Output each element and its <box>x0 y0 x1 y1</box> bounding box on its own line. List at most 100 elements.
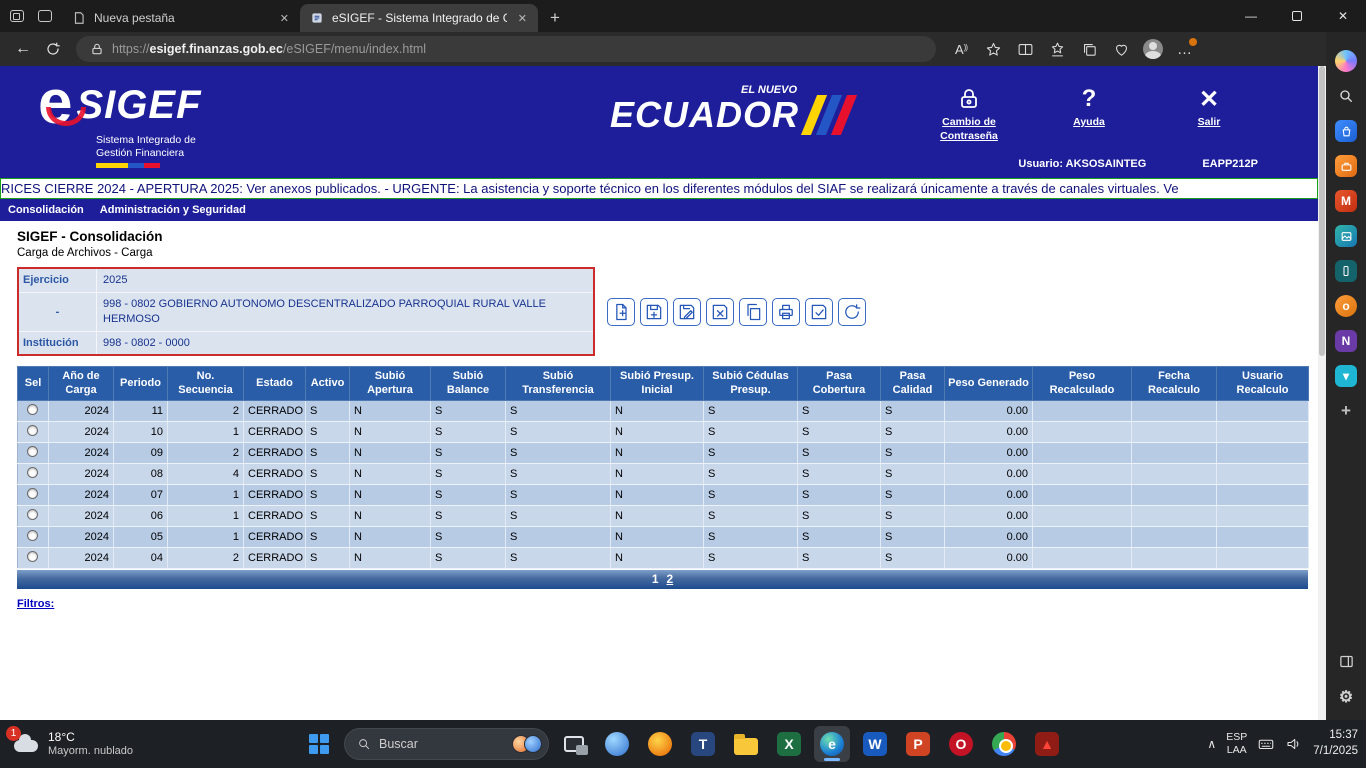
tools-icon[interactable] <box>1335 155 1357 177</box>
tab-actions-icon[interactable] <box>10 10 24 22</box>
copilot-app-icon[interactable] <box>599 726 635 762</box>
profile-avatar[interactable] <box>1138 35 1168 63</box>
acrobat-app-icon[interactable]: ▲ <box>1029 726 1065 762</box>
copy-file-button[interactable] <box>739 298 767 326</box>
ayuda-button[interactable]: ? Ayuda <box>1048 84 1130 143</box>
sidebar-panel-icon[interactable] <box>1335 650 1357 672</box>
volume-icon[interactable] <box>1285 735 1303 753</box>
esigef-logo: e SIGEF Sistema Integrado de Gestión Fin… <box>38 78 202 168</box>
salir-button[interactable]: ✕ Salir <box>1168 84 1250 143</box>
collections-icon[interactable] <box>1074 35 1104 63</box>
table-cell <box>1033 442 1132 463</box>
powerpoint-app-icon[interactable]: P <box>900 726 936 762</box>
tab-nueva-pestana[interactable]: Nueva pestaña ✕ <box>62 4 300 32</box>
teams-app-icon[interactable]: T <box>685 726 721 762</box>
page-number-link[interactable]: 2 <box>667 572 674 586</box>
table-cell <box>1033 484 1132 505</box>
table-cell <box>1132 526 1217 547</box>
firefox-app-icon[interactable] <box>642 726 678 762</box>
row-radio[interactable] <box>27 467 38 478</box>
back-button[interactable]: ← <box>8 35 38 63</box>
favorites-icon[interactable] <box>1042 35 1072 63</box>
new-file-button[interactable] <box>607 298 635 326</box>
row-radio[interactable] <box>27 551 38 562</box>
add-sidebar-app-icon[interactable]: + <box>1335 400 1357 422</box>
row-select-cell[interactable] <box>18 400 49 421</box>
row-select-cell[interactable] <box>18 463 49 484</box>
print-button[interactable] <box>772 298 800 326</box>
microsoft-365-icon[interactable]: M <box>1335 190 1357 212</box>
opera-app-icon[interactable]: O <box>943 726 979 762</box>
row-select-cell[interactable] <box>18 547 49 568</box>
save-file-button[interactable] <box>640 298 668 326</box>
row-radio[interactable] <box>27 530 38 541</box>
delete-file-button[interactable] <box>706 298 734 326</box>
row-radio[interactable] <box>27 425 38 436</box>
task-view-button[interactable] <box>556 726 592 762</box>
word-app-icon[interactable]: W <box>857 726 893 762</box>
form-row-institucion: Institución 998 - 0802 - 0000 <box>19 332 593 355</box>
taskbar-search[interactable]: Buscar <box>344 728 549 760</box>
table-cell: S <box>798 547 881 568</box>
onenote-icon[interactable]: N <box>1335 330 1357 352</box>
new-tab-button[interactable]: + <box>538 4 572 32</box>
row-radio[interactable] <box>27 446 38 457</box>
table-cell: CERRADO <box>244 547 306 568</box>
settings-menu-icon[interactable]: … <box>1170 35 1200 63</box>
row-radio[interactable] <box>27 488 38 499</box>
table-cell: S <box>704 505 798 526</box>
start-button[interactable] <box>301 726 337 762</box>
copilot-icon[interactable] <box>1335 50 1357 72</box>
browser-essentials-icon[interactable] <box>1106 35 1136 63</box>
file-explorer-icon[interactable] <box>728 726 764 762</box>
menu-item[interactable]: Consolidación <box>8 204 84 216</box>
table-cell: CERRADO <box>244 421 306 442</box>
table-cell: S <box>306 526 350 547</box>
clock[interactable]: 15:37 7/1/2025 <box>1313 728 1358 759</box>
shopping-icon[interactable] <box>1335 120 1357 142</box>
sidebar-settings-icon[interactable]: ⚙ <box>1335 686 1357 708</box>
filtros-link[interactable]: Filtros: <box>17 598 54 610</box>
read-aloud-icon[interactable]: A)) <box>946 35 976 63</box>
drop-icon[interactable]: ▾ <box>1335 365 1357 387</box>
row-select-cell[interactable] <box>18 526 49 547</box>
touch-keyboard-icon[interactable] <box>1257 735 1275 753</box>
window-close-button[interactable]: ✕ <box>1320 0 1366 32</box>
table-cell: 1 <box>168 505 244 526</box>
language-indicator[interactable]: ESP LAA <box>1226 731 1247 757</box>
chrome-app-icon[interactable] <box>986 726 1022 762</box>
refresh-button[interactable] <box>38 35 68 63</box>
split-screen-icon[interactable] <box>1010 35 1040 63</box>
excel-app-icon[interactable]: X <box>771 726 807 762</box>
workspaces-icon[interactable] <box>38 10 52 22</box>
cambio-contrasena-button[interactable]: Cambio de Contraseña <box>928 84 1010 143</box>
window-minimize-button[interactable]: — <box>1228 0 1274 32</box>
tab-close-icon[interactable]: ✕ <box>515 12 530 25</box>
tab-esigef[interactable]: eSIGEF - Sistema Integrado de G ✕ <box>300 4 538 32</box>
search-icon[interactable] <box>1335 85 1357 107</box>
tab-close-icon[interactable]: ✕ <box>277 12 292 25</box>
row-select-cell[interactable] <box>18 442 49 463</box>
menu-item[interactable]: Administración y Seguridad <box>100 204 246 216</box>
row-select-cell[interactable] <box>18 421 49 442</box>
page-scrollbar[interactable] <box>1318 66 1326 720</box>
outlook-icon[interactable]: o <box>1335 295 1357 317</box>
row-radio[interactable] <box>27 509 38 520</box>
url-field[interactable]: https://esigef.finanzas.gob.ec/eSIGEF/me… <box>76 36 936 62</box>
image-creator-icon[interactable] <box>1335 225 1357 247</box>
edit-file-button[interactable] <box>673 298 701 326</box>
row-radio[interactable] <box>27 404 38 415</box>
phone-link-icon[interactable] <box>1335 260 1357 282</box>
weather-widget[interactable]: 1 18°C Mayorm. nublado <box>6 724 139 764</box>
tray-overflow-icon[interactable]: ∧ <box>1207 737 1216 751</box>
add-favorite-icon[interactable] <box>978 35 1008 63</box>
table-cell: 1 <box>168 484 244 505</box>
brand-stripes <box>809 95 849 135</box>
approve-file-button[interactable] <box>805 298 833 326</box>
table-cell <box>1217 442 1309 463</box>
row-select-cell[interactable] <box>18 484 49 505</box>
row-select-cell[interactable] <box>18 505 49 526</box>
edge-app-icon[interactable]: e <box>814 726 850 762</box>
recalculate-button[interactable] <box>838 298 866 326</box>
window-maximize-button[interactable] <box>1274 0 1320 32</box>
